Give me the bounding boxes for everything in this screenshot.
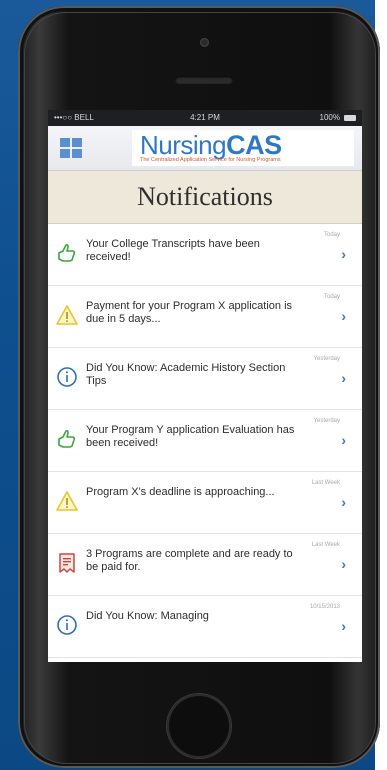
receipt-icon (56, 552, 78, 574)
chevron-right-icon[interactable]: › (341, 618, 346, 634)
notification-text: Did You Know: Managing (86, 610, 209, 622)
notification-text: Your Program Y application Evaluation ha… (86, 424, 295, 449)
battery-percent: 100% (319, 113, 340, 122)
chevron-right-icon[interactable]: › (341, 246, 346, 262)
page-header: Notifications (48, 171, 362, 224)
notification-time: Last Week (311, 542, 340, 548)
logo: NursingCAS The Centralized Application S… (132, 130, 354, 166)
notification-time: Yesterday (313, 418, 340, 424)
notification-time: Today (323, 294, 340, 300)
notification-time: 10/15/2013 (309, 604, 340, 610)
notification-text: Payment for your Program X application i… (86, 300, 293, 325)
notification-row[interactable]: 3 Programs are complete and are ready to… (48, 534, 362, 596)
battery-icon (344, 115, 356, 121)
notification-text: Program X's deadline is approaching... (86, 486, 275, 498)
notification-row[interactable]: Your College Transcripts have been recei… (48, 224, 362, 286)
status-bar: •••○○ BELL 4:21 PM 100% (48, 110, 362, 126)
warning-icon (56, 304, 78, 326)
menu-grid-icon[interactable] (60, 138, 82, 158)
chevron-right-icon[interactable]: › (341, 556, 346, 572)
notification-row[interactable]: Did You Know: Academic History Section T… (48, 348, 362, 410)
warning-icon (56, 490, 78, 512)
notification-row[interactable]: Did You Know: Managing 10/15/2013 › (48, 596, 362, 658)
notification-time: Last Week (311, 480, 340, 486)
info-icon (56, 614, 78, 636)
clock: 4:21 PM (190, 113, 220, 122)
thumbs-up-icon (56, 428, 78, 450)
home-button[interactable] (167, 694, 231, 758)
app-header: NursingCAS The Centralized Application S… (48, 126, 362, 171)
info-icon (56, 366, 78, 388)
notification-row[interactable]: Your Program Y application Evaluation ha… (48, 410, 362, 472)
chevron-right-icon[interactable]: › (341, 308, 346, 324)
chevron-right-icon[interactable]: › (341, 494, 346, 510)
notification-text: Your College Transcripts have been recei… (86, 238, 260, 263)
page-title: Notifications (137, 182, 273, 211)
notification-row[interactable]: Payment for your Program X application i… (48, 286, 362, 348)
notification-row[interactable]: Program X's deadline is approaching... La… (48, 472, 362, 534)
notification-text: 3 Programs are complete and are ready to… (86, 548, 293, 573)
thumbs-up-icon (56, 242, 78, 264)
notification-time: Today (323, 232, 340, 238)
notification-list: Your College Transcripts have been recei… (48, 224, 362, 658)
earpiece-speaker (175, 76, 233, 84)
phone-screen: •••○○ BELL 4:21 PM 100% NursingCAS The C… (48, 110, 362, 662)
notification-text: Did You Know: Academic History Section T… (86, 362, 286, 387)
logo-tagline: The Centralized Application Service for … (140, 157, 281, 163)
front-camera (200, 38, 209, 47)
notification-time: Yesterday (313, 356, 340, 362)
chevron-right-icon[interactable]: › (341, 432, 346, 448)
chevron-right-icon[interactable]: › (341, 370, 346, 386)
